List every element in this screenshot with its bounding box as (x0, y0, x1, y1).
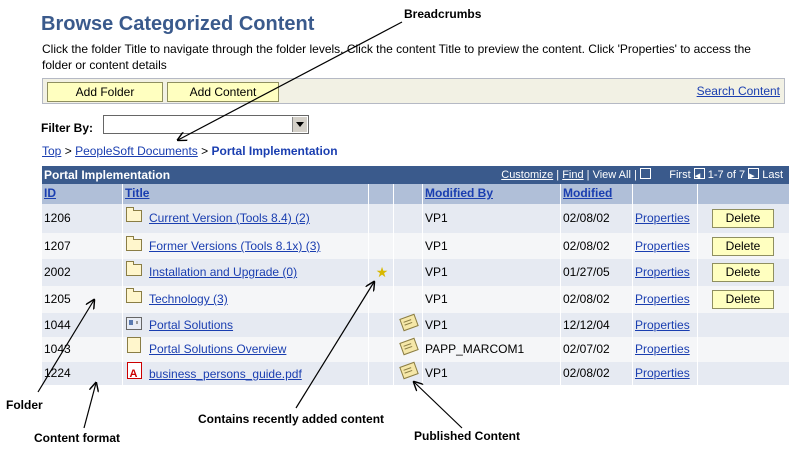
breadcrumbs-arrow (178, 21, 403, 140)
published-arrow (414, 382, 463, 429)
annotation-recently-added: Contains recently added content (198, 412, 385, 426)
annotation-folder: Folder (6, 398, 43, 412)
annotation-published: Published Content (414, 429, 520, 443)
annotation-arrows (37, 21, 463, 429)
annotation-content-format: Content format (34, 431, 120, 445)
annotation-breadcrumbs: Breadcrumbs (404, 7, 482, 21)
recently-added-arrow (295, 282, 374, 409)
folder-arrow (37, 300, 94, 393)
content-format-arrow (83, 383, 96, 429)
